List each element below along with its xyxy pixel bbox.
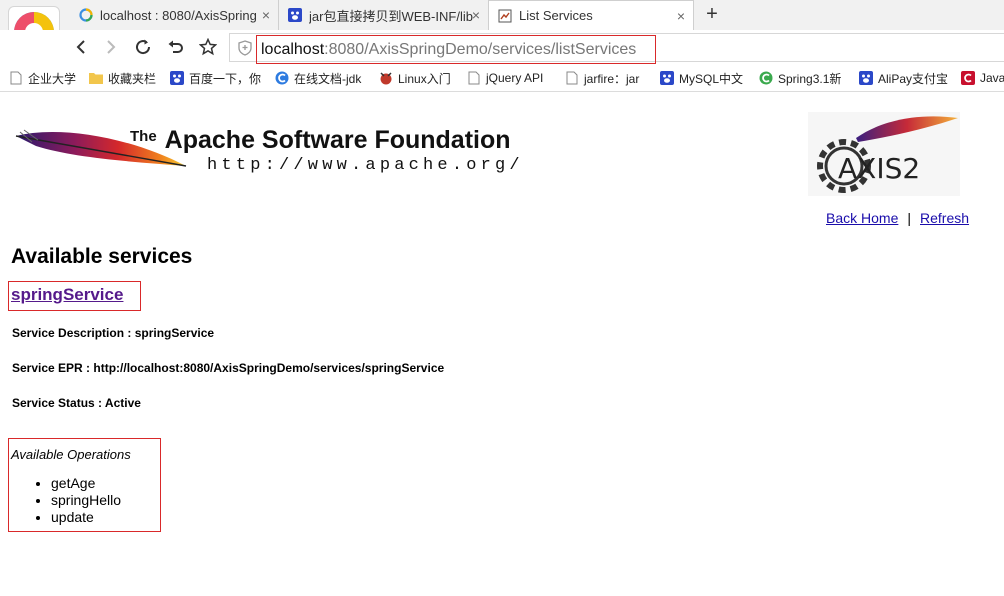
bookmark-label: 百度一下，你 (189, 71, 262, 86)
new-tab-button[interactable]: + (702, 3, 722, 26)
apache-the-label: The (130, 128, 157, 145)
bookmark-item[interactable]: Linux入门 (379, 68, 451, 88)
bookmark-item[interactable]: 百度一下，你 (170, 68, 261, 88)
security-shield-icon[interactable] (238, 40, 252, 56)
service-epr: Service EPR : http://localhost:8080/Axis… (12, 361, 445, 375)
paw-icon (170, 71, 184, 85)
star-icon[interactable] (197, 36, 219, 58)
close-icon[interactable]: × (677, 8, 685, 24)
address-bar[interactable]: localhost:8080/AxisSpringDemo/services/l… (229, 33, 1004, 64)
c-green-icon (759, 71, 773, 85)
url-host: localhost (261, 40, 325, 58)
apache-title: The Apache Software Foundation (130, 126, 511, 155)
c-icon (275, 71, 289, 85)
page-icon (497, 8, 513, 24)
bookmark-item[interactable]: AliPay支付宝 (859, 68, 948, 88)
bookmark-label: jQuery API (486, 71, 544, 85)
page-content: The Apache Software Foundation http://www… (0, 92, 1004, 596)
back-home-link[interactable]: Back Home (826, 210, 898, 226)
bookmark-item[interactable]: 在线文档-jdk (275, 68, 361, 88)
operations-list: getAge springHello update (33, 475, 121, 526)
bookmark-item[interactable]: 企业大学 (9, 68, 76, 88)
apache-logo: The Apache Software Foundation http://www… (14, 116, 559, 186)
tab-label: List Services (519, 8, 593, 23)
bookmark-label: Spring3.1新 (778, 71, 842, 86)
apache-url: http://www.apache.org/ (207, 156, 524, 175)
bookmark-item[interactable]: Java (961, 68, 1004, 88)
tab-jar-lib[interactable]: jar包直接拷贝到WEB-INF/lib × (278, 0, 488, 30)
bookmark-item[interactable]: 收藏夹栏 (89, 68, 156, 88)
url-text[interactable]: localhost:8080/AxisSpringDemo/services/l… (256, 35, 656, 64)
list-item: springHello (51, 492, 121, 509)
service-status: Service Status : Active (12, 396, 141, 410)
tab-label: localhost : 8080/AxisSpring (100, 7, 257, 23)
browser-chrome: localhost : 8080/AxisSpring × jar包直接拷贝到W… (0, 0, 1004, 92)
service-name-link[interactable]: springService (11, 285, 123, 305)
close-icon[interactable]: × (472, 7, 480, 23)
list-item: update (51, 509, 121, 526)
bookmark-label: Linux入门 (398, 71, 451, 86)
link-separator: | (907, 210, 911, 226)
bookmark-label: 企业大学 (28, 71, 77, 86)
close-icon[interactable]: × (262, 7, 270, 23)
search-logo-icon (78, 7, 94, 23)
navigation-toolbar: localhost:8080/AxisSpringDemo/services/l… (0, 30, 1004, 64)
bookmark-label: MySQL中文 (679, 71, 744, 86)
page-title: Available services (11, 245, 193, 268)
feather-icon (856, 116, 958, 142)
top-links: Back Home | Refresh (826, 210, 969, 226)
reload-icon[interactable] (132, 36, 154, 58)
bookmark-item[interactable]: Spring3.1新 (759, 68, 841, 88)
forward-arrow-icon[interactable] (100, 36, 122, 58)
folder-icon (89, 71, 103, 85)
bookmark-label: AliPay支付宝 (878, 71, 949, 86)
paw-icon (660, 71, 674, 85)
tab-label: jar包直接拷贝到WEB-INF/lib (309, 8, 473, 24)
tab-strip: localhost : 8080/AxisSpring × jar包直接拷贝到W… (0, 0, 1004, 30)
page-icon (9, 71, 23, 85)
operations-title: Available Operations (11, 447, 131, 462)
bookmark-label: jarfire：jar (584, 71, 640, 86)
axis2-logo: AXIS2 (808, 112, 960, 196)
bookmark-label: Java (980, 71, 1004, 85)
service-description: Service Description : springService (12, 326, 215, 340)
url-path: :8080/AxisSpringDemo/services/listServic… (324, 40, 637, 58)
undo-icon[interactable] (165, 36, 187, 58)
page-icon (467, 71, 481, 85)
tab-list-services[interactable]: List Services × (488, 0, 694, 30)
apache-name: Apache Software Foundation (164, 126, 511, 154)
back-arrow-icon[interactable] (70, 36, 92, 58)
bookmark-item[interactable]: jarfire：jar (565, 68, 639, 88)
tab-localhost[interactable]: localhost : 8080/AxisSpring × (70, 0, 278, 30)
bookmark-label: 收藏夹栏 (108, 71, 157, 86)
bookmark-item[interactable]: MySQL中文 (660, 68, 743, 88)
bookmark-label: 在线文档-jdk (294, 71, 362, 86)
refresh-link[interactable]: Refresh (920, 210, 969, 226)
paw-icon (859, 71, 873, 85)
axis2-text: AXIS2 (838, 152, 920, 185)
bookmarks-bar: 企业大学 收藏夹栏 百度一下，你 在线文档-jdk Linux入门 jQuery… (0, 64, 1004, 92)
bookmark-item[interactable]: jQuery API (467, 68, 543, 88)
c-red-icon (961, 71, 975, 85)
list-item: getAge (51, 475, 121, 492)
fox-icon (379, 71, 393, 85)
paw-icon (287, 7, 303, 23)
page-icon (565, 71, 579, 85)
